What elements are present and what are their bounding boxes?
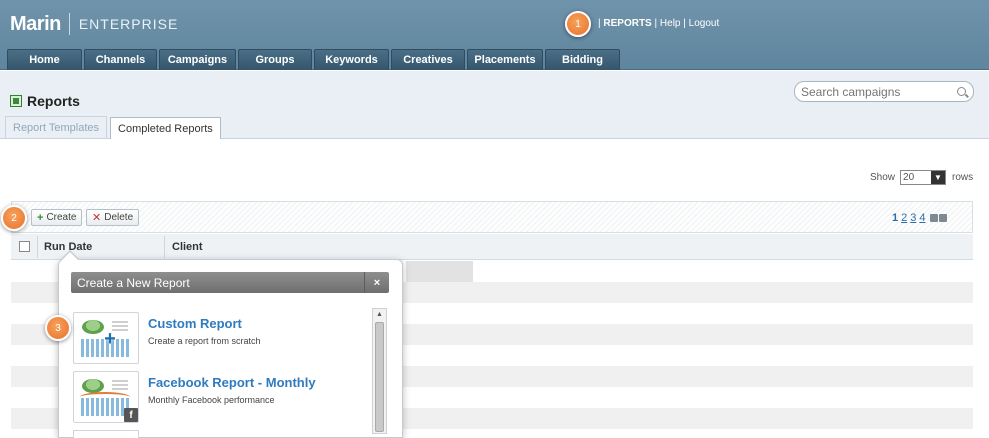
column-client[interactable]: Client xyxy=(172,241,203,253)
popup-title: Create a New Report xyxy=(71,272,389,293)
last-page-icon[interactable] xyxy=(938,214,947,222)
top-links-separator: | xyxy=(683,18,686,29)
callout-marker: 3 xyxy=(45,315,71,341)
scrollbar-thumb[interactable] xyxy=(375,322,384,432)
list-icon xyxy=(112,380,128,390)
chevron-down-icon[interactable]: ▼ xyxy=(931,171,946,184)
scroll-up-icon[interactable]: ▲ xyxy=(373,309,386,320)
search-icon[interactable] xyxy=(957,87,966,96)
logo-divider xyxy=(68,13,70,35)
create-button-label: Create xyxy=(46,212,77,223)
tab-creatives[interactable]: Creatives xyxy=(391,49,465,70)
report-thumbnail xyxy=(73,430,139,438)
pie-chart-icon xyxy=(82,379,104,393)
popup-scrollbar[interactable]: ▲ xyxy=(372,308,387,434)
top-header: Marin ENTERPRISE | REPORTS | Help | Logo… xyxy=(0,0,989,70)
tab-groups[interactable]: Groups xyxy=(238,49,312,70)
facebook-report-thumbnail: f xyxy=(73,371,139,423)
main-nav: Home Channels Campaigns Groups Keywords … xyxy=(7,49,622,70)
tab-completed-reports[interactable]: Completed Reports xyxy=(110,117,221,139)
custom-report-title[interactable]: Custom Report xyxy=(148,316,242,331)
tab-report-templates[interactable]: Report Templates xyxy=(5,116,108,138)
top-links: | REPORTS | Help | Logout xyxy=(598,18,719,29)
tab-keywords[interactable]: Keywords xyxy=(314,49,389,70)
facebook-report-description: Monthly Facebook performance xyxy=(148,395,275,405)
column-divider xyxy=(37,236,38,258)
delete-button[interactable]: ✕ Delete xyxy=(86,209,140,226)
tab-placements[interactable]: Placements xyxy=(467,49,543,70)
reports-link[interactable]: REPORTS xyxy=(603,18,651,29)
rows-select[interactable]: 20 ▼ xyxy=(900,170,947,185)
logo-wordmark: Marin xyxy=(10,12,61,35)
page-link[interactable]: 2 xyxy=(901,212,907,224)
tab-channels[interactable]: Channels xyxy=(84,49,157,70)
facebook-icon: f xyxy=(124,408,138,422)
close-icon[interactable]: × xyxy=(364,272,389,293)
delete-button-label: Delete xyxy=(104,212,134,223)
reports-icon xyxy=(10,95,22,107)
custom-report-description: Create a report from scratch xyxy=(148,336,261,346)
page-title-text: Reports xyxy=(27,93,80,109)
next-page-icon[interactable] xyxy=(929,214,938,222)
rows-per-page: Show 20 ▼ rows xyxy=(870,170,973,185)
show-label: Show xyxy=(870,172,896,183)
rows-label: rows xyxy=(952,172,974,183)
table-header xyxy=(11,234,973,260)
page-link[interactable]: 4 xyxy=(919,212,925,224)
pagination: 1 2 3 4 xyxy=(892,212,947,224)
logo-edition: ENTERPRISE xyxy=(78,16,179,32)
facebook-report-title[interactable]: Facebook Report - Monthly xyxy=(148,375,316,390)
page-title: Reports xyxy=(10,93,80,109)
rows-select-value: 20 xyxy=(903,172,915,183)
select-all-checkbox[interactable] xyxy=(19,241,30,252)
column-divider xyxy=(164,236,165,258)
popup-pointer-fill xyxy=(61,252,79,261)
tab-campaigns[interactable]: Campaigns xyxy=(159,49,236,70)
delete-icon: ✕ xyxy=(92,212,102,224)
table-icon xyxy=(81,398,129,416)
tab-bidding[interactable]: Bidding xyxy=(545,49,620,70)
custom-report-thumbnail: + xyxy=(73,312,139,364)
app-logo[interactable]: Marin ENTERPRISE xyxy=(10,13,178,35)
search-box[interactable] xyxy=(794,81,974,102)
plus-icon: + xyxy=(37,211,44,224)
table-toolbar xyxy=(11,201,973,233)
help-link[interactable]: Help xyxy=(660,18,681,29)
top-links-separator: | xyxy=(654,18,658,29)
create-button[interactable]: + Create xyxy=(31,209,83,226)
search-input[interactable] xyxy=(801,84,951,99)
custom-report-item[interactable]: + Custom Report Create a report from scr… xyxy=(73,312,363,364)
top-links-separator: | xyxy=(598,18,601,29)
page-link[interactable]: 1 xyxy=(892,212,898,224)
callout-marker: 2 xyxy=(1,205,27,231)
tab-home[interactable]: Home xyxy=(7,49,82,70)
callout-marker: 1 xyxy=(565,11,591,37)
page-link[interactable]: 3 xyxy=(910,212,916,224)
logout-link[interactable]: Logout xyxy=(689,18,720,29)
table-cell xyxy=(406,261,473,282)
facebook-report-item[interactable]: f Facebook Report - Monthly Monthly Face… xyxy=(73,371,363,423)
sub-tabs: Report Templates Completed Reports xyxy=(5,116,224,139)
plus-icon: + xyxy=(104,328,116,350)
